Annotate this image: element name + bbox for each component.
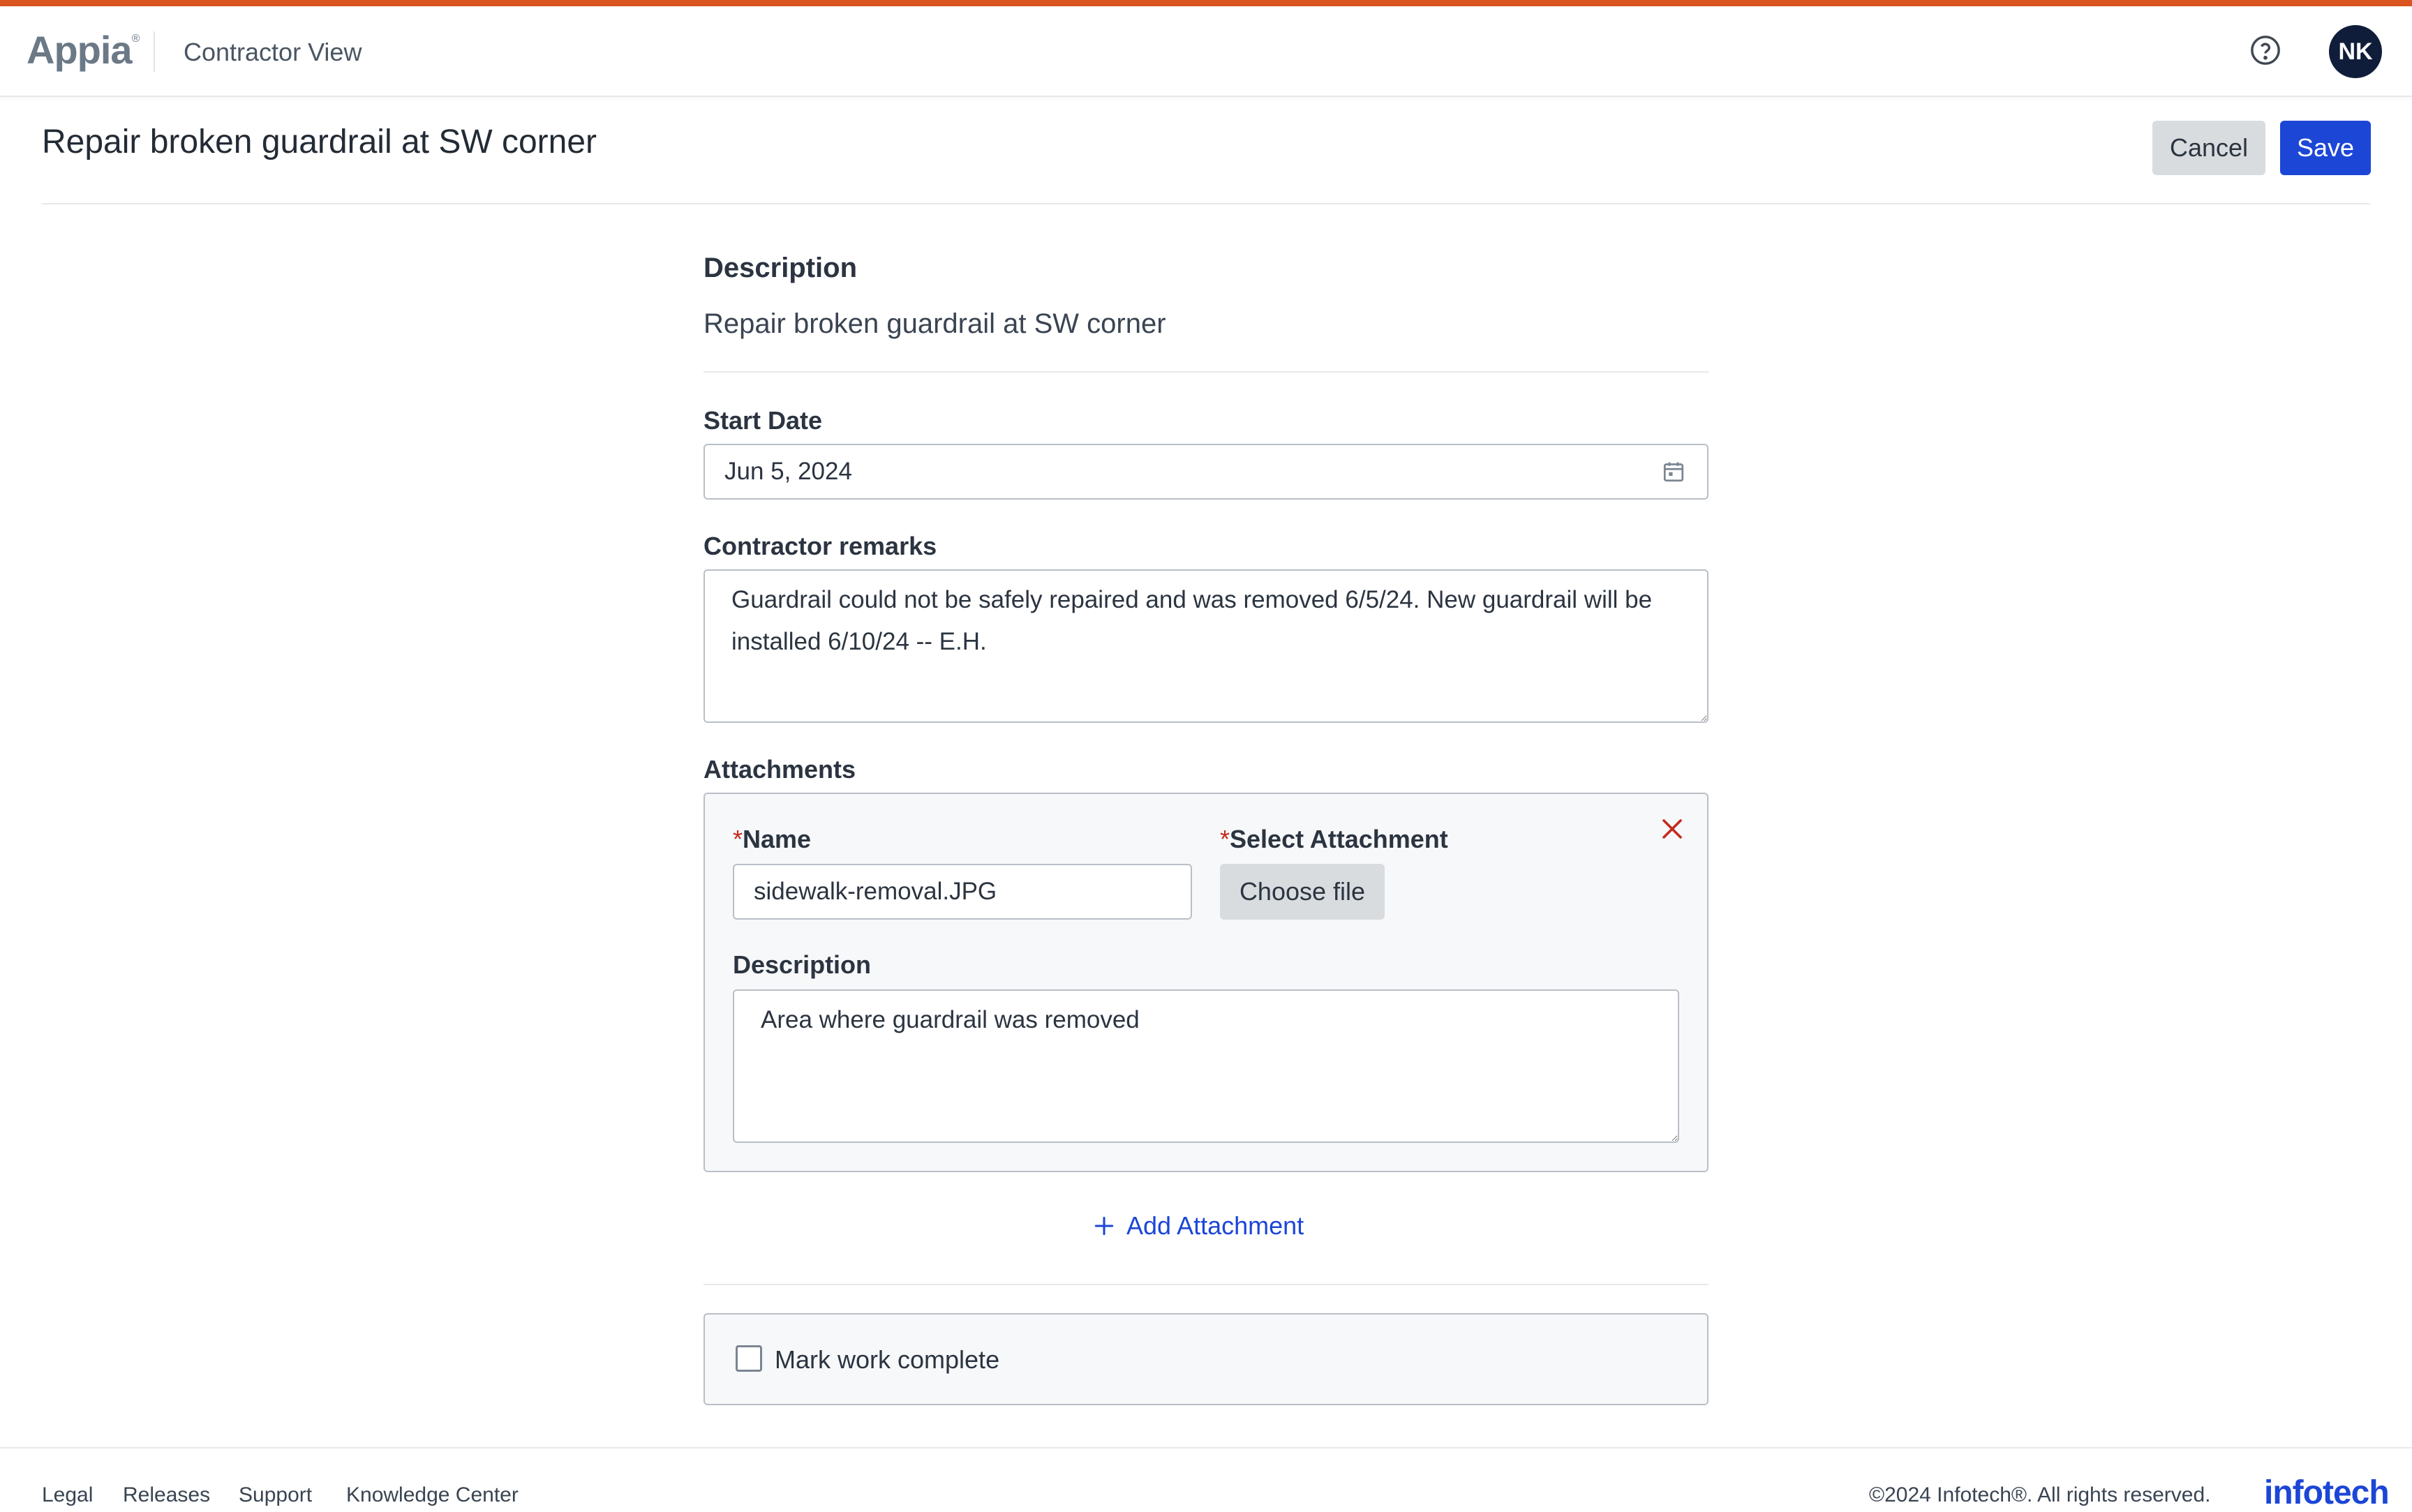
nav-divider [154,31,155,72]
contractor-remarks-textarea[interactable]: Guardrail could not be safely repaired a… [704,569,1708,723]
footer-divider [0,1447,2412,1449]
description-divider [704,371,1708,373]
close-icon[interactable] [1660,816,1685,841]
save-button[interactable]: Save [2280,121,2371,175]
contractor-remarks-label: Contractor remarks [704,532,937,560]
attachment-description-textarea[interactable]: Area where guardrail was removed [733,989,1679,1143]
top-accent-bar [0,0,2412,6]
mark-complete-checkbox[interactable] [736,1345,762,1372]
footer-link-releases[interactable]: Releases [123,1483,210,1507]
required-mark: * [1220,825,1230,853]
appia-logo[interactable]: Appia® [27,27,140,73]
help-circle-icon[interactable] [2249,34,2281,66]
attachments-label: Attachments [704,755,856,784]
select-attachment-label: *Select Attachment [1220,825,1448,853]
top-navbar: Appia® Contractor View NK [0,6,2412,97]
required-mark: * [733,825,743,853]
start-date-input[interactable]: Jun 5, 2024 [704,444,1708,500]
start-date-label: Start Date [704,406,823,435]
attachment-name-label: *Name [733,825,812,853]
infotech-logo[interactable]: infotech [2264,1474,2390,1512]
user-avatar[interactable]: NK [2329,25,2382,78]
attachments-divider [704,1284,1708,1285]
calendar-icon[interactable] [1661,459,1686,484]
copyright-text: ©2024 Infotech®. All rights reserved. [1869,1483,2211,1506]
attachment-name-input[interactable] [733,864,1192,920]
footer-link-support[interactable]: Support [239,1483,312,1507]
footer-link-legal[interactable]: Legal [42,1483,93,1507]
title-divider [42,203,2370,204]
description-label: Description [704,253,858,283]
add-attachment-label: Add Attachment [1126,1211,1304,1240]
view-title: Contractor View [184,38,362,66]
attachment-description-label: Description [733,950,872,979]
mark-complete-label[interactable]: Mark work complete [775,1345,999,1375]
choose-file-button[interactable]: Choose file [1220,864,1385,920]
plus-icon [1094,1216,1114,1236]
description-text: Repair broken guardrail at SW corner [704,308,1166,339]
add-attachment-link[interactable]: Add Attachment [1094,1211,1304,1241]
page-title: Repair broken guardrail at SW corner [42,123,597,160]
cancel-button[interactable]: Cancel [2152,121,2265,175]
footer-link-knowledge-center[interactable]: Knowledge Center [346,1483,519,1507]
